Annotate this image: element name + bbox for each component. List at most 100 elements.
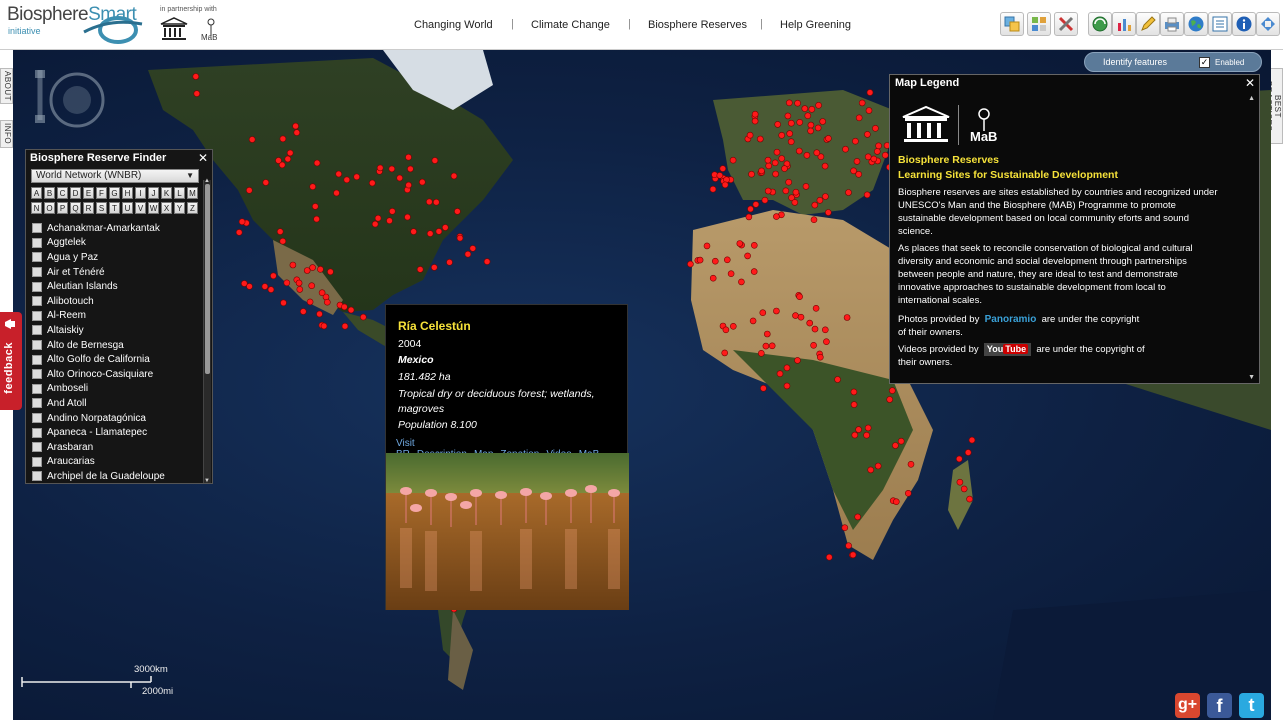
biosphere-reserve-marker[interactable] [834,376,841,383]
biosphere-reserve-marker[interactable] [811,201,819,209]
list-item[interactable]: Alto Golfo de California [30,352,200,367]
reserve-name[interactable]: And Atoll [47,398,86,409]
biosphere-reserve-marker[interactable] [296,286,304,293]
list-item[interactable]: Archipel de la Guadeloupe [30,469,200,482]
biosphere-reserve-marker[interactable] [966,495,973,503]
biosphere-reserve-marker[interactable] [359,313,367,321]
biosphere-reserve-marker[interactable] [797,313,805,321]
biosphere-reserve-marker[interactable] [855,171,863,178]
google-plus-button[interactable]: g+ [1175,693,1200,718]
biosphere-reserve-marker[interactable] [435,228,443,235]
letter-filter-v[interactable]: V [135,202,146,214]
biosphere-reserve-marker[interactable] [430,264,438,271]
list-item[interactable]: Altaiskiy [30,323,200,338]
biosphere-reserve-marker[interactable] [309,264,316,271]
reserve-name[interactable]: Agua y Paz [47,252,98,263]
biosphere-reserve-marker[interactable] [870,155,878,163]
biosphere-reserve-marker[interactable] [822,193,829,200]
scroll-thumb[interactable] [205,184,210,374]
biosphere-reserve-marker[interactable] [454,208,461,215]
letter-filter-x[interactable]: X [161,202,172,214]
feedback-tab[interactable]: feedback [0,312,22,410]
reserve-name[interactable]: Alto Orinoco-Casiquiare [47,369,153,380]
biosphere-reserve-marker[interactable] [308,282,316,289]
list-item[interactable]: Amboseli [30,382,200,397]
reserve-name[interactable]: Araucarias [47,456,95,467]
reserve-name[interactable]: Archipel de la Guadeloupe [47,471,165,482]
biosphere-reserve-marker[interactable] [270,272,277,280]
reserve-checkbox[interactable] [32,252,42,263]
biosphere-reserve-marker[interactable] [960,485,968,493]
biosphere-reserve-marker[interactable] [729,322,737,330]
biosphere-reserve-marker[interactable] [318,289,326,296]
list-item[interactable]: Agua y Paz [30,250,200,265]
biosphere-reserve-marker[interactable] [785,99,793,107]
biosphere-reserve-marker[interactable] [425,198,433,206]
biosphere-reserve-marker[interactable] [736,240,744,247]
biosphere-reserve-marker[interactable] [892,498,900,506]
biosphere-reserve-marker[interactable] [782,187,790,195]
biosphere-reserve-marker[interactable] [303,267,311,274]
reserve-checkbox[interactable] [32,413,42,424]
biosphere-reserve-marker[interactable] [404,213,411,221]
list-item[interactable]: Aleutian Islands [30,279,200,294]
biosphere-reserve-marker[interactable] [773,307,780,315]
flamingo-photo[interactable] [386,453,629,610]
biosphere-reserve-marker[interactable] [711,257,719,265]
biosphere-reserve-marker[interactable] [441,224,449,231]
biosphere-reserve-marker[interactable] [745,213,753,221]
biosphere-reserve-marker[interactable] [347,306,355,314]
nav-biosphere-reserves[interactable]: Biosphere Reserves [648,19,747,31]
letter-filter-m[interactable]: M [187,187,198,199]
biosphere-reserve-marker[interactable] [405,153,412,161]
letter-filter-q[interactable]: Q [70,202,81,214]
biosphere-reserve-marker[interactable] [279,135,287,143]
reserve-name[interactable]: Aleutian Islands [47,281,118,292]
biosphere-reserve-marker[interactable] [810,341,817,349]
biosphere-reserve-marker[interactable] [729,156,737,164]
biosphere-reserve-marker[interactable] [192,73,200,80]
biosphere-reserve-marker[interactable] [785,178,793,186]
reserve-checkbox[interactable] [32,354,42,365]
biosphere-reserve-marker[interactable] [778,132,786,139]
biosphere-reserve-marker[interactable] [431,157,439,164]
fullscreen-button[interactable] [1256,12,1280,36]
biosphere-reserve-marker[interactable] [807,127,814,135]
reserve-checkbox[interactable] [32,296,42,307]
biosphere-reserve-marker[interactable] [368,179,376,187]
reserve-checkbox[interactable] [32,310,42,321]
biosphere-reserve-marker[interactable] [235,229,243,236]
biosphere-reserve-marker[interactable] [781,165,788,172]
biosphere-reserve-marker[interactable] [897,437,905,445]
biosphere-reserve-marker[interactable] [849,551,857,559]
biosphere-reserve-marker[interactable] [778,155,786,162]
list-button[interactable] [1208,12,1232,36]
biosphere-reserve-marker[interactable] [841,524,849,532]
biosphere-reserve-marker[interactable] [311,203,319,210]
biosphere-reserve-marker[interactable] [863,431,870,439]
biosphere-reserve-marker[interactable] [275,157,282,164]
biosphere-reserve-marker[interactable] [774,121,782,128]
biosphere-reserve-marker[interactable] [907,460,915,468]
youtube-logo[interactable]: You Tube [983,343,1032,356]
biosphere-reserve-marker[interactable] [784,112,792,120]
biosphere-reserve-marker[interactable] [374,214,382,222]
facebook-button[interactable]: f [1207,693,1232,718]
world-button[interactable] [1184,12,1208,36]
biosphere-reserve-marker[interactable] [794,357,801,364]
biosphere-reserve-marker[interactable] [968,436,976,444]
biosphere-reserve-marker[interactable] [768,342,776,350]
biosphere-reserve-marker[interactable] [867,466,875,474]
biosphere-reserve-marker[interactable] [813,149,821,156]
letter-filter-o[interactable]: O [44,202,55,214]
biosphere-reserve-marker[interactable] [469,245,477,252]
biosphere-reserve-marker[interactable] [721,181,729,189]
biosphere-reserve-marker[interactable] [748,170,755,178]
biosphere-reserve-marker[interactable] [842,145,849,153]
info-button[interactable] [1232,12,1256,36]
biosphere-reserve-marker[interactable] [752,201,760,208]
biosphere-reserve-marker[interactable] [765,162,773,170]
biosphere-reserve-marker[interactable] [341,322,349,330]
biosphere-reserve-marker[interactable] [371,220,379,228]
finder-scrollbar[interactable]: ▲ ▼ [203,178,211,484]
